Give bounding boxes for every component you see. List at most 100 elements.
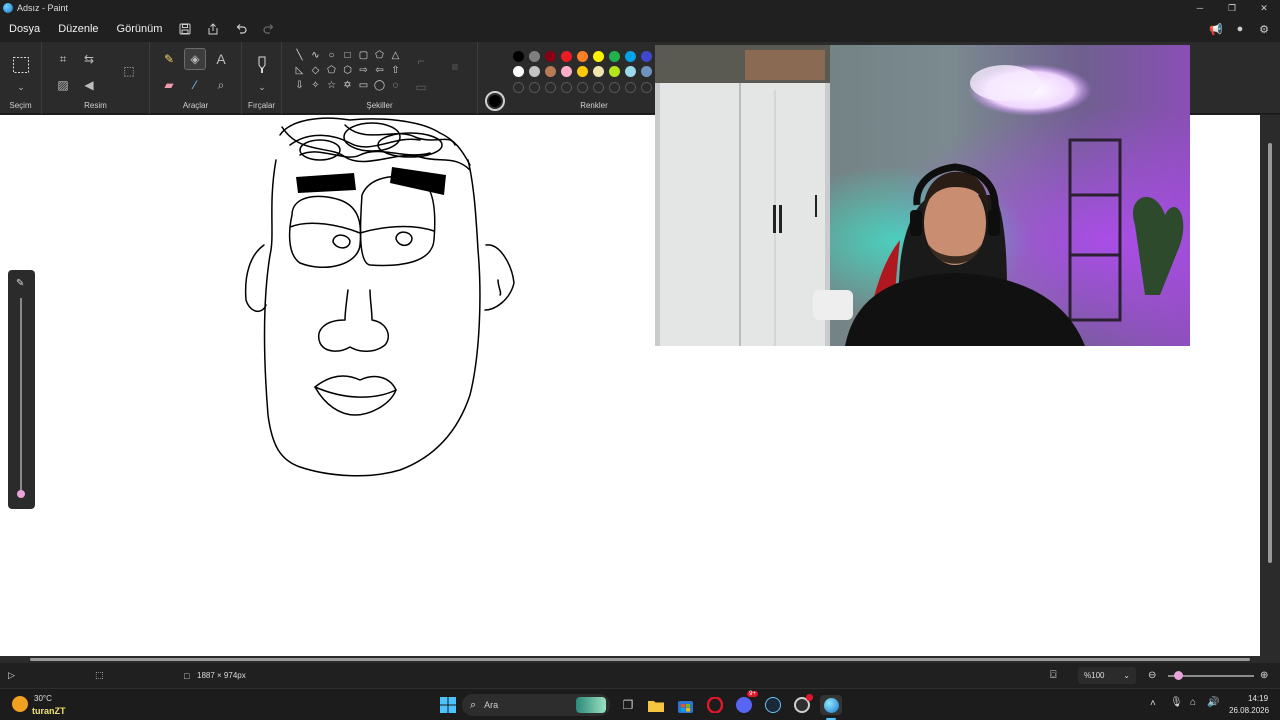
down-arrow-shape-icon[interactable]: ⇩ xyxy=(292,78,307,92)
vertical-scroll-thumb[interactable] xyxy=(1268,143,1272,563)
right-arrow-shape-icon[interactable]: ⇨ xyxy=(356,63,371,77)
close-icon[interactable]: ✕ xyxy=(1248,0,1280,16)
color-swatch[interactable] xyxy=(609,51,620,62)
color-swatch[interactable] xyxy=(561,66,572,77)
shape-size-icon[interactable]: ≡ xyxy=(444,56,466,78)
primary-color-ring[interactable] xyxy=(485,91,505,111)
weather-icon[interactable] xyxy=(12,696,28,712)
menu-edit[interactable]: Düzenle xyxy=(49,23,107,35)
color-swatch[interactable] xyxy=(577,51,588,62)
diamond-shape-icon[interactable]: ◇ xyxy=(308,63,323,77)
file-explorer-icon[interactable] xyxy=(645,695,667,715)
color-swatch[interactable] xyxy=(625,51,636,62)
select-rectangle-icon[interactable] xyxy=(10,54,32,76)
fit-to-window-icon[interactable]: ⌼ xyxy=(1050,669,1057,682)
redo-icon[interactable] xyxy=(255,18,283,40)
slider-knob[interactable] xyxy=(17,490,25,498)
eraser-icon[interactable]: ▰ xyxy=(158,74,180,96)
left-arrow-shape-icon[interactable]: ⇦ xyxy=(372,63,387,77)
zoom-out-icon[interactable]: ⊖ xyxy=(1148,670,1156,681)
network-icon[interactable]: ⌂ xyxy=(1190,697,1196,708)
clock-date[interactable]: 26.08.2026 xyxy=(1229,706,1269,715)
custom-color-slot[interactable] xyxy=(625,82,636,93)
right-triangle-shape-icon[interactable]: ◺ xyxy=(292,63,307,77)
custom-color-slot[interactable] xyxy=(529,82,540,93)
rounded-rect-shape-icon[interactable]: ▢ xyxy=(356,48,371,62)
brush-icon[interactable] xyxy=(251,54,273,76)
color-swatch[interactable] xyxy=(641,66,652,77)
custom-color-slot[interactable] xyxy=(513,82,524,93)
up-arrow-shape-icon[interactable]: ⇧ xyxy=(388,63,403,77)
chevron-down-icon[interactable]: ⌄ xyxy=(10,76,32,98)
custom-color-slot[interactable] xyxy=(561,82,572,93)
curve-shape-icon[interactable]: ∿ xyxy=(308,48,323,62)
custom-color-slot[interactable] xyxy=(609,82,620,93)
magnifier-icon[interactable]: ⌕ xyxy=(210,74,232,96)
zoom-select[interactable]: %100 ⌄ xyxy=(1078,667,1136,684)
callout-rect-shape-icon[interactable]: ▭ xyxy=(356,78,371,92)
color-picker-icon[interactable]: ⁄ xyxy=(184,74,206,96)
obs-icon[interactable] xyxy=(791,694,813,715)
undo-icon[interactable] xyxy=(227,18,255,40)
flip-icon[interactable]: ◀ xyxy=(78,74,100,96)
pencil-icon[interactable]: ✎ xyxy=(158,48,180,70)
color-swatch[interactable] xyxy=(593,51,604,62)
chevron-up-icon[interactable]: ˄ xyxy=(1150,698,1156,709)
task-view-icon[interactable]: ❐ xyxy=(617,695,639,715)
save-icon[interactable] xyxy=(171,18,199,40)
fill-icon[interactable]: ▭ xyxy=(410,76,432,98)
volume-icon[interactable]: 🔊 xyxy=(1207,697,1219,708)
pentagon-shape-icon[interactable]: ⬠ xyxy=(324,63,339,77)
color-swatch[interactable] xyxy=(513,66,524,77)
outline-icon[interactable]: ⌐ xyxy=(410,50,432,72)
microphone-icon[interactable]: 🎙 xyxy=(1170,697,1183,708)
menu-file[interactable]: Dosya xyxy=(0,23,49,35)
custom-color-slot[interactable] xyxy=(641,82,652,93)
minimize-icon[interactable]: ─ xyxy=(1184,0,1216,16)
custom-color-slot[interactable] xyxy=(545,82,556,93)
taskbar-search[interactable]: ⌕ Ara xyxy=(462,694,610,716)
oval-shape-icon[interactable]: ○ xyxy=(324,48,339,62)
color-swatch[interactable] xyxy=(513,51,524,62)
store-icon[interactable] xyxy=(674,695,696,715)
five-point-star-shape-icon[interactable]: ☆ xyxy=(324,78,339,92)
chevron-down-icon[interactable]: ⌄ xyxy=(251,76,273,98)
color-swatch[interactable] xyxy=(609,66,620,77)
color-swatch[interactable] xyxy=(529,51,540,62)
paint-taskbar-icon[interactable] xyxy=(820,695,842,715)
color-swatch[interactable] xyxy=(593,66,604,77)
opera-icon[interactable] xyxy=(704,695,726,715)
drawing-canvas[interactable] xyxy=(0,115,640,656)
color-swatch[interactable] xyxy=(577,66,588,77)
brush-size-slider[interactable]: ✎ xyxy=(8,270,35,509)
zoom-slider-knob[interactable] xyxy=(1174,671,1183,680)
zoom-in-icon[interactable]: ⊕ xyxy=(1260,670,1268,681)
crop-icon[interactable]: ⌗ xyxy=(52,48,74,70)
share-icon[interactable] xyxy=(199,18,227,40)
discord-icon[interactable]: 9+ xyxy=(733,691,758,715)
fill-bucket-icon[interactable]: ◈ xyxy=(184,48,206,70)
callout-cloud-shape-icon[interactable]: ◌ xyxy=(388,78,403,92)
rectangle-shape-icon[interactable]: □ xyxy=(340,48,355,62)
six-point-star-shape-icon[interactable]: ✡ xyxy=(340,78,355,92)
account-icon[interactable]: ● xyxy=(1228,18,1252,40)
announce-icon[interactable]: 📢 xyxy=(1204,18,1228,40)
color-swatch[interactable] xyxy=(641,51,652,62)
horizontal-scroll-thumb[interactable] xyxy=(30,658,1250,661)
rotate-icon[interactable]: ⇆ xyxy=(78,48,100,70)
line-shape-icon[interactable]: ╲ xyxy=(292,48,307,62)
color-swatch[interactable] xyxy=(545,51,556,62)
vertical-scrollbar[interactable] xyxy=(1260,115,1280,656)
color-swatch[interactable] xyxy=(545,66,556,77)
color-swatch[interactable] xyxy=(529,66,540,77)
text-tool-icon[interactable]: A xyxy=(210,48,232,70)
triangle-shape-icon[interactable]: △ xyxy=(388,48,403,62)
menu-view[interactable]: Görünüm xyxy=(108,23,172,35)
clock-time[interactable]: 14:19 xyxy=(1248,694,1268,703)
remove-background-icon[interactable]: ▨ xyxy=(52,74,74,96)
horizontal-scrollbar[interactable] xyxy=(0,656,1280,663)
four-point-star-shape-icon[interactable]: ✧ xyxy=(308,78,323,92)
color-swatch[interactable] xyxy=(561,51,572,62)
custom-color-slot[interactable] xyxy=(593,82,604,93)
restore-icon[interactable]: ❐ xyxy=(1216,0,1248,16)
